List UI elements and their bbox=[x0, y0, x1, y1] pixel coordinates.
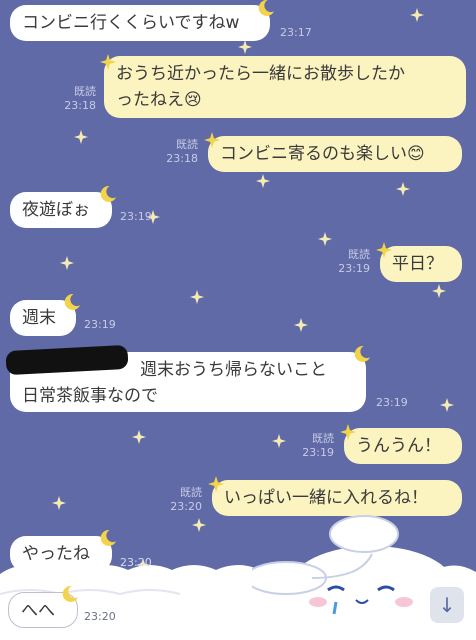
message-bubble-incoming[interactable]: コンビニ行くくらいですねw bbox=[10, 5, 270, 41]
message-time: 23:18 bbox=[166, 152, 198, 165]
star-icon bbox=[410, 8, 424, 22]
star-icon bbox=[132, 430, 146, 444]
message-time: 23:20 bbox=[120, 556, 152, 569]
message-bubble-outgoing[interactable]: コンビニ寄るのも楽しい😊 bbox=[208, 136, 462, 172]
star-icon bbox=[396, 182, 410, 196]
star-icon bbox=[60, 256, 74, 270]
message-time: 23:17 bbox=[280, 26, 312, 39]
message-bubble-outgoing[interactable]: おうち近かったら一緒にお散歩したか ったねえ😢 bbox=[104, 56, 466, 118]
star-icon bbox=[318, 232, 332, 246]
message-time: 23:19 bbox=[84, 318, 116, 331]
star-icon bbox=[432, 284, 446, 298]
star-icon bbox=[52, 496, 66, 510]
star-icon bbox=[340, 424, 356, 440]
star-icon bbox=[204, 132, 220, 148]
star-icon bbox=[192, 518, 206, 532]
moon-icon bbox=[100, 186, 116, 202]
star-icon bbox=[74, 130, 88, 144]
message-bubble-incoming[interactable]: 夜遊ぼぉ bbox=[10, 192, 112, 228]
moon-icon bbox=[62, 586, 78, 602]
star-icon bbox=[100, 54, 116, 70]
message-time: 23:20 bbox=[170, 500, 202, 513]
message-bubble-incoming[interactable]: やったね bbox=[10, 536, 112, 572]
message-time: 23:19 bbox=[302, 446, 334, 459]
star-icon bbox=[208, 476, 224, 492]
arrow-down-icon: ↓ bbox=[438, 593, 456, 617]
read-receipt: 既読 bbox=[348, 248, 370, 261]
star-icon bbox=[272, 434, 286, 448]
moon-icon bbox=[100, 530, 116, 546]
star-icon bbox=[190, 290, 204, 304]
moon-icon bbox=[64, 294, 80, 310]
star-icon bbox=[294, 318, 308, 332]
message-time: 23:20 bbox=[84, 610, 116, 623]
read-receipt: 既読 bbox=[176, 138, 198, 151]
message-bubble-outgoing[interactable]: うんうん！ bbox=[344, 428, 462, 464]
message-bubble-outgoing[interactable]: 平日？ bbox=[380, 246, 462, 282]
star-icon bbox=[376, 242, 392, 258]
star-icon bbox=[238, 40, 252, 54]
message-line: ったねえ😢 bbox=[116, 90, 202, 110]
star-icon bbox=[440, 398, 454, 412]
message-line: 日常茶飯事なので bbox=[22, 386, 158, 406]
moon-icon bbox=[258, 0, 274, 16]
read-receipt: 既読 bbox=[74, 85, 96, 98]
message-time: 23:19 bbox=[338, 262, 370, 275]
scroll-to-bottom-button[interactable]: ↓ bbox=[430, 587, 464, 623]
message-time: 23:19 bbox=[376, 396, 408, 409]
star-icon bbox=[256, 174, 270, 188]
read-receipt: 既読 bbox=[312, 432, 334, 445]
moon-icon bbox=[354, 346, 370, 362]
message-line: おうち近かったら一緒にお散歩したか bbox=[116, 64, 405, 84]
message-time: 23:18 bbox=[64, 99, 96, 112]
message-time: 23:19 bbox=[120, 210, 152, 223]
read-receipt: 既読 bbox=[180, 486, 202, 499]
